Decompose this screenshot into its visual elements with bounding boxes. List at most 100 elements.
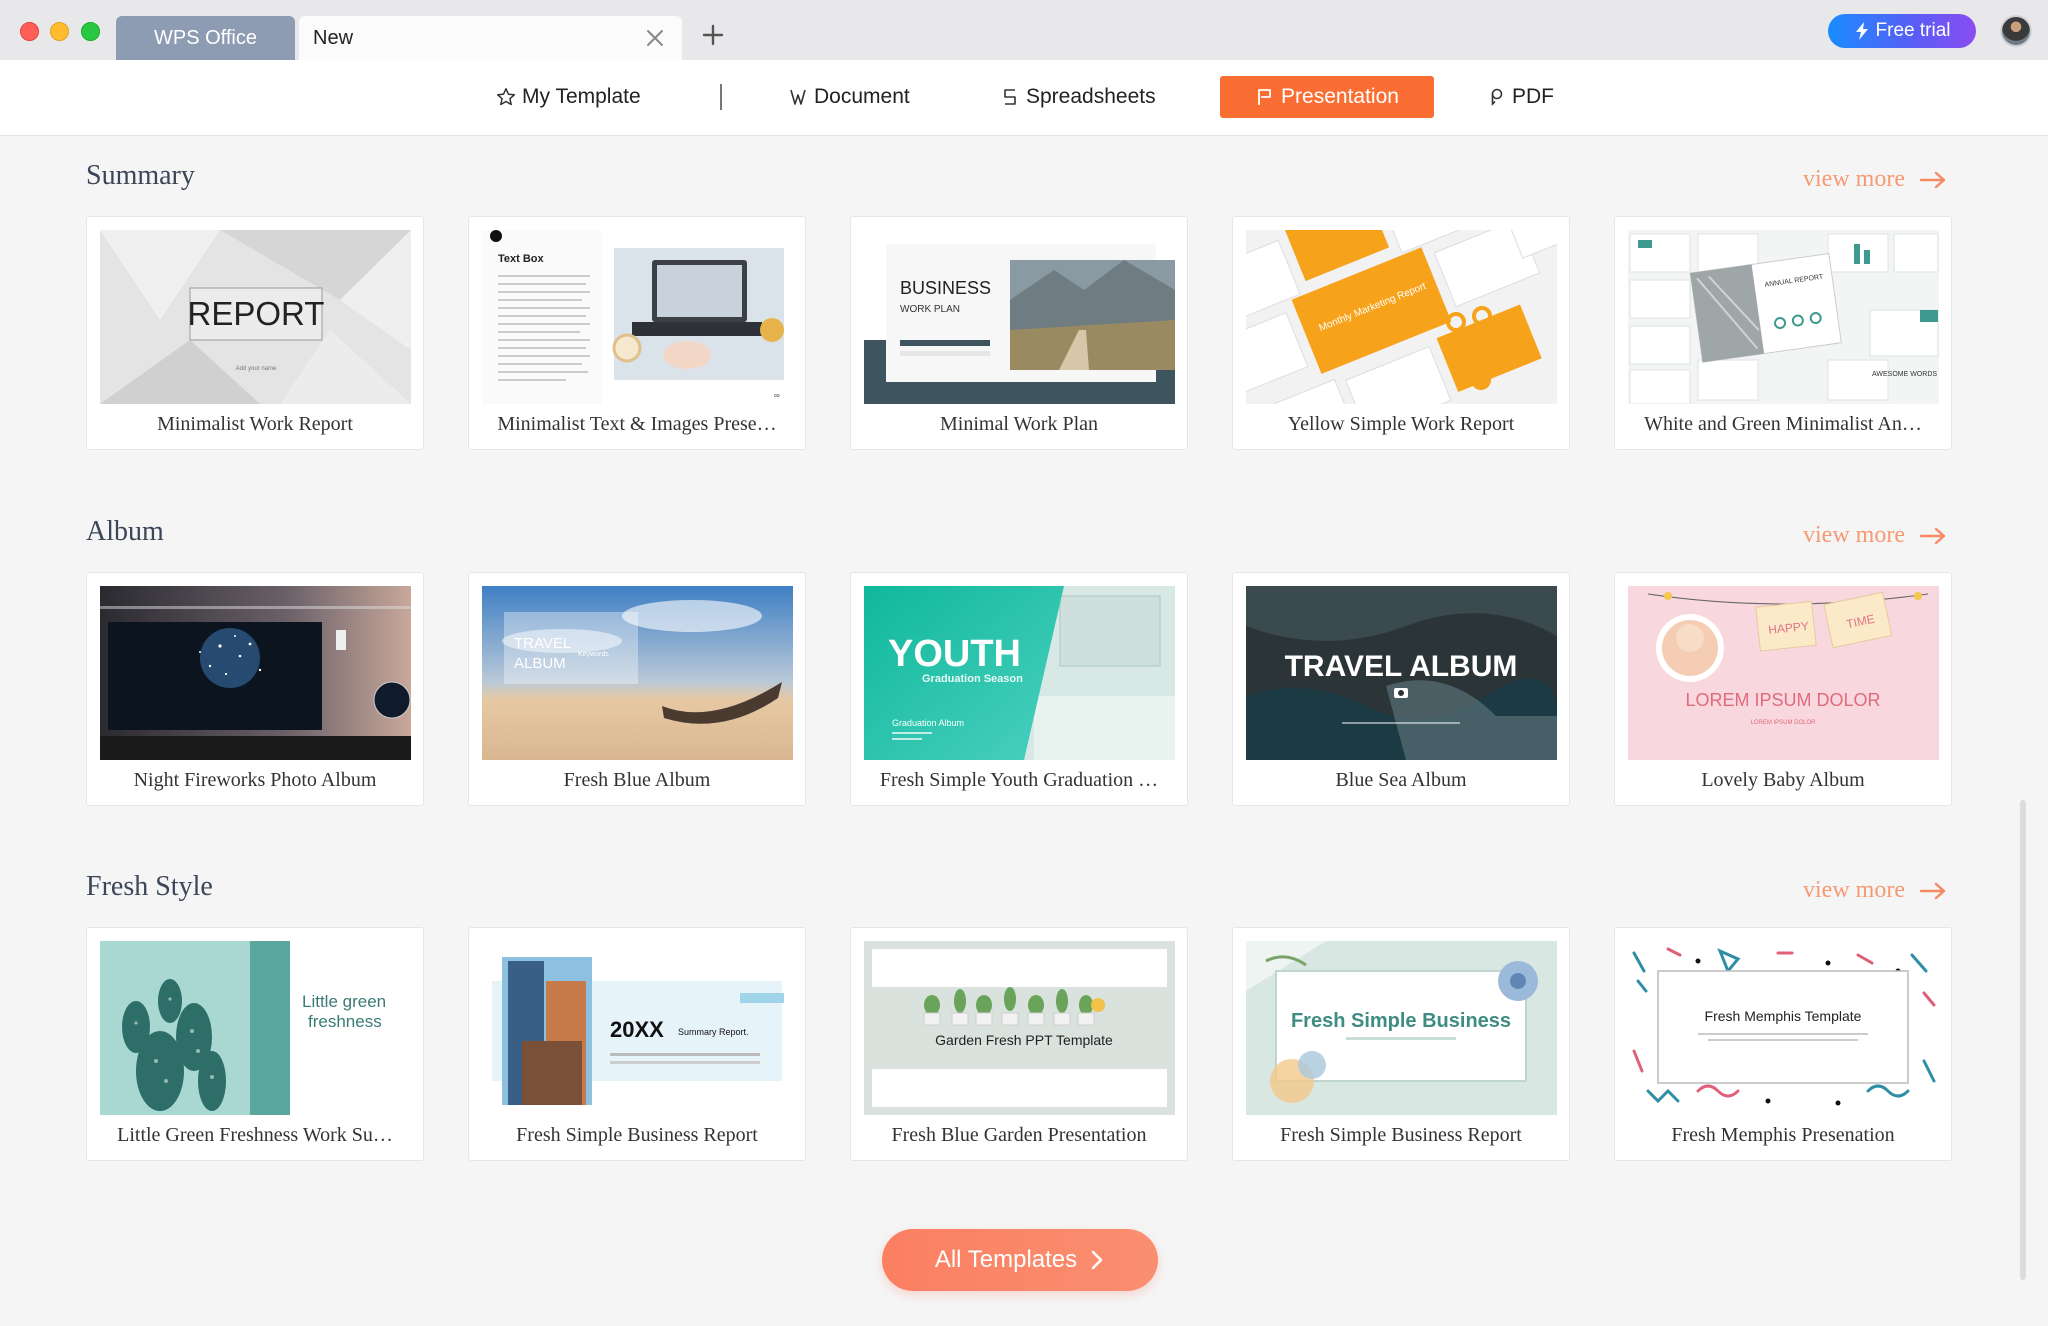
lightning-icon: [1855, 22, 1868, 40]
star-icon: [496, 88, 516, 106]
thumb-text: freshness: [308, 1012, 382, 1031]
view-more-fresh-style[interactable]: view more: [1803, 877, 1947, 904]
thumb-text: Add your name: [236, 366, 277, 372]
template-card[interactable]: REPORT Add your name Minimalist Work Rep…: [86, 216, 424, 450]
tab-wps-office[interactable]: WPS Office: [116, 16, 295, 60]
thumb-text: Text Box: [498, 253, 545, 265]
template-thumbnail: [100, 586, 411, 760]
template-title: Little Green Freshness Work Su…: [117, 1124, 393, 1146]
template-card[interactable]: Little green freshness Little Green Fres…: [86, 927, 424, 1161]
tab-new[interactable]: New: [299, 16, 682, 60]
template-thumbnail: 20XX Summary Report.: [482, 941, 793, 1115]
tab-label: Spreadsheets: [1026, 85, 1156, 108]
all-templates-button[interactable]: All Templates: [882, 1229, 1158, 1291]
template-card[interactable]: ANNUAL REPORT AWESOME WORDS White and Gr…: [1614, 216, 1952, 450]
view-more-label: view more: [1803, 877, 1905, 903]
chevron-right-icon: [1091, 1250, 1103, 1270]
thumb-text: ALBUM: [514, 655, 566, 672]
template-title: Lovely Baby Album: [1701, 769, 1865, 791]
thumb-text: Graduation Season: [922, 673, 1023, 685]
tab-document[interactable]: Document: [776, 76, 922, 118]
thumb-text: LOREM IPSUM DOLOR: [1750, 720, 1816, 726]
template-thumbnail: Fresh Memphis Template: [1628, 941, 1939, 1115]
template-card[interactable]: YOUTH Graduation Season Graduation Album…: [850, 572, 1188, 806]
tab-label: WPS Office: [154, 26, 257, 49]
thumb-text: Garden Fresh PPT Template: [935, 1032, 1113, 1048]
presentation-icon: [1258, 89, 1271, 105]
template-card[interactable]: TRAVEL ALBUM Keywords Fresh Blue Album: [468, 572, 806, 806]
template-card[interactable]: HAPPY TIME LOREM IPSUM DOLOR LOREM IPSUM…: [1614, 572, 1952, 806]
template-title: Blue Sea Album: [1335, 769, 1467, 791]
template-card[interactable]: Text Box ∞ Minimalist Text & Images Pres…: [468, 216, 806, 450]
pdf-icon: [1491, 88, 1503, 106]
tab-spreadsheets[interactable]: Spreadsheets: [988, 76, 1168, 118]
template-card[interactable]: Monthly Marketing Report Yellow Simple W…: [1232, 216, 1570, 450]
template-thumbnail: Monthly Marketing Report: [1246, 230, 1557, 404]
template-thumbnail: Garden Fresh PPT Template: [864, 941, 1175, 1115]
template-card[interactable]: 20XX Summary Report. Fresh Simple Busine…: [468, 927, 806, 1161]
tab-presentation[interactable]: Presentation: [1220, 76, 1434, 118]
scrollbar[interactable]: [2020, 800, 2026, 1280]
close-icon[interactable]: [642, 25, 668, 51]
thumb-text: REPORT: [188, 295, 325, 332]
template-card[interactable]: Fresh Memphis Template Fresh Memphis Pre…: [1614, 927, 1952, 1161]
tab-label: New: [313, 26, 354, 49]
add-tab-icon[interactable]: [700, 22, 726, 48]
template-card[interactable]: Garden Fresh PPT Template Fresh Blue Gar…: [850, 927, 1188, 1161]
template-card[interactable]: TRAVEL ALBUM Blue Sea Album: [1232, 572, 1570, 806]
view-more-summary[interactable]: view more: [1803, 166, 1947, 193]
section-title-fresh-style: Fresh Style: [86, 871, 213, 902]
free-trial-button[interactable]: Free trial: [1828, 14, 1976, 48]
template-title: Fresh Simple Youth Graduation …: [879, 769, 1159, 791]
template-thumbnail: YOUTH Graduation Season Graduation Album: [864, 586, 1175, 760]
template-title: Fresh Blue Album: [563, 769, 711, 791]
template-thumbnail: REPORT Add your name: [100, 230, 411, 404]
thumb-text: 20XX: [610, 1017, 664, 1042]
template-title: White and Green Minimalist An…: [1644, 413, 1922, 435]
template-title: Fresh Simple Business Report: [1280, 1124, 1522, 1146]
arrow-right-icon: [1919, 171, 1946, 188]
free-trial-label: Free trial: [1875, 20, 1951, 41]
template-thumbnail: HAPPY TIME LOREM IPSUM DOLOR LOREM IPSUM…: [1628, 586, 1939, 760]
nav-divider: [720, 84, 722, 110]
template-title: Minimalist Text & Images Prese…: [497, 413, 777, 435]
tab-label: Document: [814, 85, 910, 108]
tab-label: My Template: [522, 85, 641, 108]
document-icon: [790, 89, 806, 105]
thumb-text: Keywords: [578, 651, 609, 658]
template-title: Fresh Simple Business Report: [516, 1124, 758, 1146]
template-thumbnail: Text Box ∞: [482, 230, 793, 404]
thumb-text: WORK PLAN: [900, 304, 960, 315]
template-thumbnail: BUSINESS WORK PLAN: [864, 230, 1175, 404]
thumb-text: Fresh Simple Business: [1291, 1010, 1511, 1032]
template-card[interactable]: Night Fireworks Photo Album: [86, 572, 424, 806]
avatar[interactable]: [2000, 15, 2032, 47]
svg-text:∞: ∞: [774, 391, 780, 400]
thumb-text: YOUTH: [888, 633, 1021, 675]
template-card[interactable]: BUSINESS WORK PLAN Minimal Work Plan: [850, 216, 1188, 450]
section-title-album: Album: [86, 516, 164, 547]
thumb-text: BUSINESS: [900, 278, 991, 298]
template-thumbnail: ANNUAL REPORT AWESOME WORDS: [1628, 230, 1939, 404]
template-thumbnail: TRAVEL ALBUM: [1246, 586, 1557, 760]
tab-pdf[interactable]: PDF: [1474, 76, 1566, 118]
thumb-text: TRAVEL: [514, 635, 571, 652]
template-title: Yellow Simple Work Report: [1287, 413, 1515, 435]
tab-my-template[interactable]: My Template: [484, 76, 653, 118]
maximize-window-button[interactable]: [81, 22, 100, 41]
thumb-text: TRAVEL ALBUM: [1285, 650, 1518, 683]
spreadsheet-icon: [1004, 89, 1016, 105]
tab-label: Presentation: [1281, 85, 1399, 108]
template-card[interactable]: Fresh Simple Business Fresh Simple Busin…: [1232, 927, 1570, 1161]
arrow-right-icon: [1919, 882, 1946, 899]
tab-label: PDF: [1512, 85, 1554, 108]
minimize-window-button[interactable]: [50, 22, 69, 41]
thumb-text: Summary Report.: [678, 1027, 749, 1037]
section-title-summary: Summary: [86, 160, 195, 191]
template-title: Night Fireworks Photo Album: [133, 769, 377, 791]
template-thumbnail: TRAVEL ALBUM Keywords: [482, 586, 793, 760]
close-window-button[interactable]: [20, 22, 39, 41]
template-thumbnail: Little green freshness: [100, 941, 411, 1115]
template-title: Minimal Work Plan: [939, 413, 1099, 435]
view-more-album[interactable]: view more: [1803, 522, 1947, 549]
